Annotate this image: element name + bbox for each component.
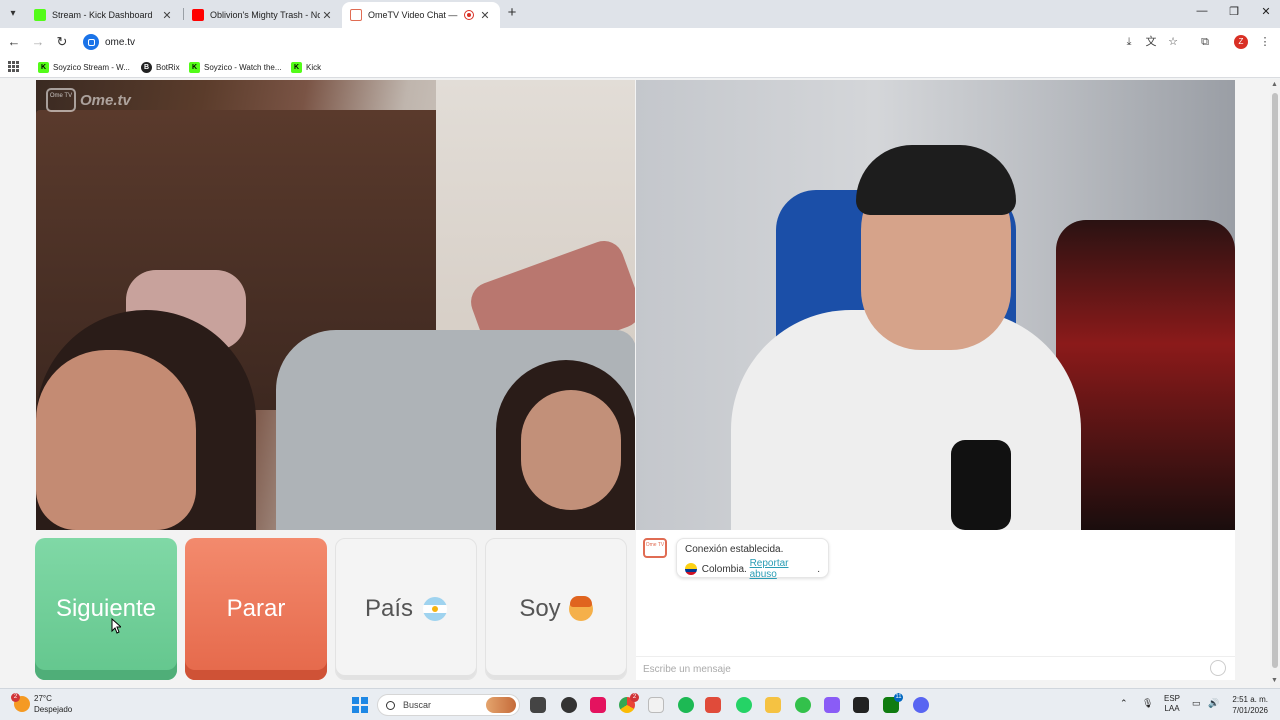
ometv-logo-icon: Ome TV [46, 88, 76, 112]
kick-icon: K [38, 61, 49, 73]
spotify-icon[interactable] [678, 697, 694, 713]
back-button[interactable]: ← [6, 34, 22, 50]
whatsapp-icon[interactable] [736, 697, 752, 713]
weather-sun-icon: 2 [11, 693, 30, 712]
next-button[interactable]: Siguiente [35, 538, 177, 680]
profile-avatar[interactable]: Z [1234, 35, 1248, 49]
recording-icon [464, 10, 474, 20]
botrix-icon: B [141, 61, 152, 73]
text-editor-icon[interactable] [705, 697, 721, 713]
close-tab-icon[interactable]: ✕ [478, 9, 492, 22]
forward-button[interactable]: → [30, 34, 46, 50]
message-input[interactable]: Escribe un mensaje [636, 656, 1235, 680]
extensions-icon[interactable]: ⧉ [1198, 35, 1212, 49]
headphones [856, 145, 1016, 215]
restore-icon[interactable]: ❐ [1224, 5, 1244, 21]
browser-toolbar: ← → ↻ ome.tv ⤓ 文 ☆ ⧉ Z ⋮ [0, 28, 1280, 56]
stop-button[interactable]: Parar [185, 538, 327, 680]
ometv-icon [350, 9, 362, 21]
microphone [951, 440, 1011, 530]
tab-search-chevron-icon[interactable]: ▾ [4, 5, 22, 23]
person-face [36, 350, 196, 530]
start-menu-icon[interactable] [352, 697, 368, 713]
system-clock[interactable]: 2:51 a. m. 7/01/2026 [1226, 694, 1268, 716]
volume-icon[interactable]: 🔊 [1208, 698, 1219, 709]
tiktok-icon[interactable] [590, 697, 606, 713]
search-highlight-image [486, 697, 516, 713]
site-info-icon[interactable] [83, 34, 99, 50]
bookmark-star-icon[interactable]: ☆ [1166, 35, 1180, 49]
youtube-icon [192, 9, 204, 21]
stranger-video: Ome TV Ome.tv [36, 80, 635, 530]
taskbar-search[interactable]: Buscar [377, 694, 520, 716]
stranger-country: Colombia. [701, 563, 747, 575]
kick-icon: K [189, 61, 200, 73]
windows-taskbar: 2 27°C Despejado Buscar 2 11 ⌃ 🎙 ESP LAA… [0, 688, 1280, 720]
colombia-flag-icon [685, 563, 697, 575]
kick-icon: K [291, 61, 302, 73]
chrome-icon[interactable]: 2 [619, 693, 639, 713]
gender-button[interactable]: Soy [485, 538, 627, 680]
gaming-chair [1056, 220, 1235, 530]
weather-widget[interactable]: 2 27°C Despejado [11, 693, 73, 715]
kick-icon [34, 9, 46, 21]
report-abuse-link[interactable]: Reportar abuso [750, 558, 818, 580]
page-scrollbar[interactable]: ▲ ▼ [1270, 79, 1280, 688]
bookmark-kick[interactable]: K Kick [291, 61, 321, 73]
reload-button[interactable]: ↻ [54, 34, 70, 50]
weather-desc: Despejado [34, 705, 73, 714]
weather-temp: 27°C [34, 694, 52, 703]
ometv-logo: Ome TV Ome.tv [46, 88, 131, 112]
address-bar[interactable]: ome.tv [80, 31, 1120, 53]
close-tab-icon[interactable]: ✕ [160, 9, 174, 22]
url-text: ome.tv [105, 36, 136, 48]
capcut-icon[interactable] [853, 697, 869, 713]
discord-icon[interactable] [913, 697, 929, 713]
tab-kick-dashboard[interactable]: Stream - Kick Dashboard ✕ [26, 2, 182, 28]
line-icon[interactable] [795, 697, 811, 713]
close-window-icon[interactable]: ✕ [1256, 5, 1276, 21]
country-button[interactable]: País [335, 538, 477, 680]
chat-panel: Ome TV Conexión establecida. Colombia. R… [636, 530, 1235, 680]
self-video [636, 80, 1235, 530]
search-icon [386, 700, 395, 710]
system-message-bubble: Conexión establecida. Colombia. Reportar… [676, 538, 829, 580]
apps-grid-icon[interactable] [8, 61, 19, 72]
connection-status: Conexión establecida. [685, 544, 784, 555]
obs-icon[interactable] [561, 697, 577, 713]
install-app-icon[interactable]: ⤓ [1122, 35, 1136, 49]
new-tab-button[interactable]: + [504, 5, 520, 21]
scrollbar-thumb[interactable] [1272, 93, 1278, 668]
close-tab-icon[interactable]: ✕ [320, 9, 334, 22]
xbox-icon[interactable]: 11 [883, 693, 903, 713]
task-view-icon[interactable] [530, 697, 546, 713]
bookmark-soyzico-watch[interactable]: K Soyzico - Watch the... [189, 61, 282, 73]
argentina-flag-icon [423, 597, 448, 621]
tab-ometv[interactable]: OmeTV Video Chat — Ome ✕ [342, 2, 500, 28]
ai-app-icon[interactable] [824, 697, 840, 713]
bookmarks-bar: K Soyzico Stream - W... B BotRix K Soyzi… [0, 56, 1280, 78]
translate-icon[interactable]: 文 [1144, 35, 1158, 49]
show-hidden-icons-chevron-icon[interactable]: ⌃ [1120, 698, 1128, 709]
network-icon[interactable]: ▭ [1192, 698, 1201, 709]
mouse-cursor-icon [111, 618, 121, 634]
boy-face-icon [568, 596, 593, 621]
emoji-icon[interactable] [1210, 660, 1226, 676]
minimize-icon[interactable]: — [1192, 5, 1212, 21]
tab-youtube[interactable]: Oblivion's Mighty Trash - No M ✕ [184, 2, 342, 28]
language-indicator[interactable]: ESP LAA [1164, 694, 1180, 714]
ometv-chat-avatar: Ome TV [643, 538, 667, 558]
bookmark-botrix[interactable]: B BotRix [141, 61, 180, 73]
person-face [521, 390, 621, 510]
itunes-icon[interactable] [648, 697, 664, 713]
scroll-down-icon[interactable]: ▼ [1271, 677, 1278, 684]
scroll-up-icon[interactable]: ▲ [1271, 81, 1278, 88]
notification-badge: 2 [11, 693, 20, 702]
tab-strip: ▾ Stream - Kick Dashboard ✕ Oblivion's M… [0, 0, 1280, 28]
menu-kebab-icon[interactable]: ⋮ [1258, 35, 1272, 49]
file-explorer-icon[interactable] [765, 697, 781, 713]
bookmark-soyzico-stream[interactable]: K Soyzico Stream - W... [38, 61, 130, 73]
microphone-tray-icon[interactable]: 🎙 [1142, 698, 1153, 709]
